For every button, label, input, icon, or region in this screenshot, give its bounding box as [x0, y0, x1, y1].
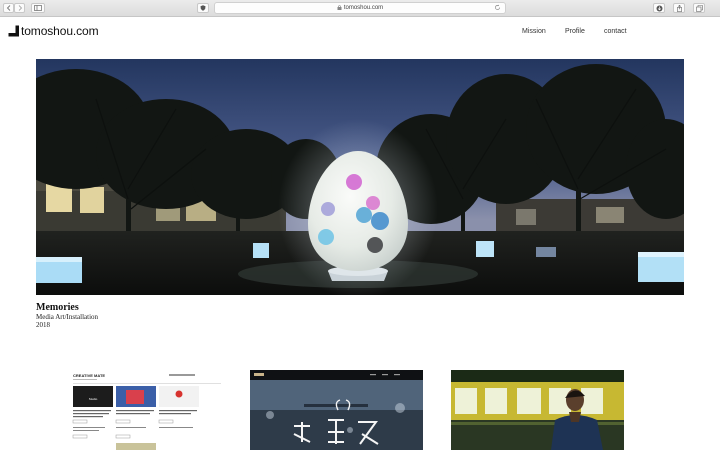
privacy-button[interactable]: [197, 3, 209, 13]
lock-icon: [337, 5, 342, 10]
site-logo[interactable]: tomoshou.com: [8, 24, 99, 38]
back-button[interactable]: [3, 3, 14, 13]
share-icon: [676, 5, 682, 12]
work-category: Media Art/Installation: [36, 313, 99, 321]
work-thumbnail-2[interactable]: [250, 370, 423, 450]
work-year: 2018: [36, 321, 50, 329]
logo-mark-icon: [8, 25, 19, 37]
download-button[interactable]: [653, 3, 665, 13]
work-thumbnail-1[interactable]: CREATIVE MATE Studio: [49, 370, 222, 450]
nav-profile[interactable]: Profile: [565, 28, 585, 35]
forward-button[interactable]: [14, 3, 25, 13]
reload-icon[interactable]: [494, 4, 501, 11]
download-icon: [656, 5, 662, 12]
sidebar-button[interactable]: [31, 3, 45, 13]
installation-photo: [36, 59, 684, 295]
logo-text: tomoshou.com: [21, 24, 99, 38]
url-text: tomoshou.com: [343, 5, 384, 11]
tabs-button[interactable]: [693, 3, 705, 13]
featured-work-image[interactable]: [36, 59, 684, 295]
sidebar-icon: [34, 5, 42, 11]
browser-toolbar: tomoshou.com: [0, 0, 720, 17]
address-bar[interactable]: tomoshou.com: [214, 2, 506, 14]
svg-text:Studio: Studio: [89, 397, 98, 401]
work-thumbnail-3[interactable]: [451, 370, 624, 450]
back-icon: [6, 5, 10, 11]
share-button[interactable]: [673, 3, 685, 13]
work-title[interactable]: Memories: [36, 302, 79, 313]
thumbnail-3-image: [451, 370, 624, 450]
nav-contact[interactable]: contact: [604, 28, 627, 35]
thumbnail-1-image: CREATIVE MATE Studio: [49, 370, 222, 450]
shield-icon: [200, 5, 206, 11]
thumbnail-1-brand: CREATIVE MATE: [73, 373, 105, 378]
thumbnail-2-image: [250, 370, 423, 450]
nav-mission[interactable]: Mission: [522, 28, 546, 35]
forward-icon: [18, 5, 22, 11]
tabs-icon: [695, 5, 703, 12]
